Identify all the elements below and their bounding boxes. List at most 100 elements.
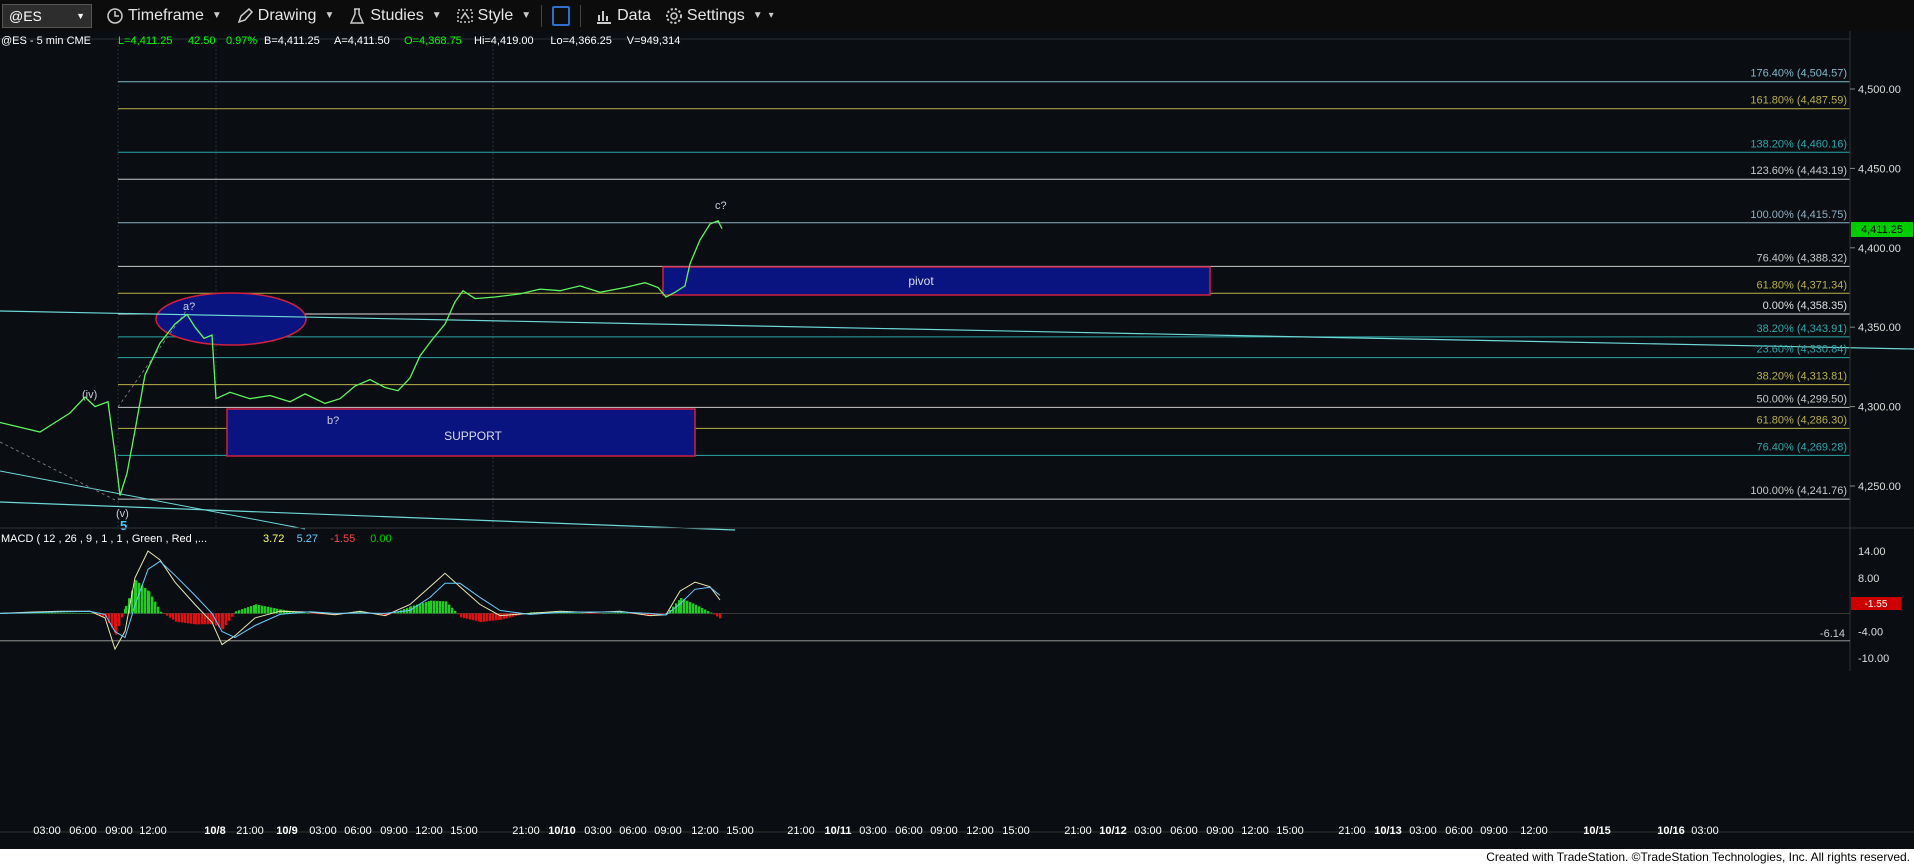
fib-label: 23.60% (4,330.84) — [1756, 344, 1847, 356]
time-tick-label: 12:00 — [1241, 825, 1269, 837]
time-tick-label: 09:00 — [380, 825, 408, 837]
fib-label: 161.80% (4,487.59) — [1750, 95, 1847, 107]
overflow-icon[interactable]: ▾ — [769, 10, 774, 21]
settings-menu[interactable]: Settings ▼ ▾ — [665, 7, 774, 25]
macd-bar — [225, 613, 228, 626]
macd-bar — [190, 613, 193, 624]
macd-bar — [316, 613, 319, 615]
price-tick-label: 4,300.00 — [1858, 402, 1901, 414]
macd-bar — [611, 612, 614, 614]
macd-bar — [707, 611, 710, 614]
macd-bar — [614, 612, 617, 614]
macd-bar — [489, 613, 492, 621]
chevron-down-icon: ▼ — [211, 10, 222, 21]
macd-bar — [69, 612, 72, 614]
macd-current-label: -1.55 — [1865, 599, 1888, 610]
macd-bar — [244, 608, 247, 614]
time-tick-label: 15:00 — [1276, 825, 1304, 837]
toolbar-divider — [580, 4, 582, 27]
macd-bar — [78, 612, 81, 614]
time-tick-label: 09:00 — [654, 825, 682, 837]
macd-bar — [172, 613, 175, 620]
macd-bar — [175, 613, 178, 622]
pivot-label: pivot — [908, 274, 934, 288]
macd-bar — [276, 608, 279, 614]
macd-bar — [72, 612, 75, 614]
timeframe-menu[interactable]: Timeframe ▼ — [106, 7, 222, 25]
macd-bar — [422, 602, 425, 614]
data-menu[interactable]: Data — [595, 7, 651, 25]
style-label: Style — [477, 6, 514, 24]
macd-bar — [466, 613, 469, 619]
footer-copyright: Created with TradeStation. ©TradeStation… — [0, 849, 1914, 865]
time-tick-label: 09:00 — [1206, 825, 1234, 837]
macd-bar — [475, 613, 478, 621]
macd-bar — [509, 613, 512, 618]
macd-bar — [258, 604, 261, 614]
macd-bar — [680, 597, 683, 614]
time-tick-label: 06:00 — [1445, 825, 1473, 837]
macd-bar — [454, 611, 457, 614]
style-menu[interactable]: Style ▼ — [456, 7, 531, 25]
chevron-down-icon: ▼ — [76, 10, 85, 21]
macd-bar — [689, 602, 692, 614]
macd-bar — [623, 612, 626, 614]
macd-bar — [419, 603, 422, 614]
macd-value: 0.00 — [370, 533, 391, 545]
macd-bar — [575, 612, 578, 614]
macd-bar — [593, 613, 596, 614]
macd-bar — [81, 613, 84, 614]
macd-bar — [151, 596, 154, 614]
drawing-menu[interactable]: Drawing ▼ — [236, 7, 334, 25]
time-tick-label: 12:00 — [691, 825, 719, 837]
macd-bar — [425, 602, 428, 614]
macd-tick-label: 8.00 — [1858, 573, 1879, 585]
time-tick-label: 06:00 — [895, 825, 923, 837]
macd-bar — [713, 613, 716, 615]
macd-bar — [675, 603, 678, 614]
time-tick-label: 21:00 — [236, 825, 264, 837]
macd-bar — [472, 613, 475, 621]
macd-header: MACD ( 12 , 26 , 9 , 1 , 1 , Green , Red… — [1, 533, 392, 545]
macd-bar — [457, 613, 460, 615]
time-axis[interactable]: 03:00 06:00 09:00 12:00 10/8 21:00 10/9 03:00 06… — [33, 825, 1719, 837]
time-tick-label: 10/9 — [276, 825, 297, 837]
fib-label: 100.00% (4,241.76) — [1750, 485, 1847, 497]
macd-bar — [503, 613, 506, 619]
macd-bar — [486, 613, 489, 622]
wave-5-label: 5 — [120, 518, 127, 533]
highlight-ellipse[interactable] — [155, 292, 307, 346]
macd-bar — [310, 613, 313, 614]
style-icon — [456, 8, 473, 23]
price-chart[interactable]: pivot SUPPORT 176.40% (4,504.57) 161.80% … — [0, 31, 1914, 849]
time-tick-label: 03:00 — [859, 825, 887, 837]
layout-icon[interactable] — [552, 5, 571, 26]
macd-bar — [430, 600, 433, 614]
wave-a-label: a? — [183, 301, 195, 313]
quote-value: 0.97% — [226, 35, 257, 47]
macd-bar — [596, 613, 599, 614]
macd-bar — [195, 613, 198, 625]
time-tick-label: 09:00 — [105, 825, 133, 837]
macd-bar — [506, 613, 509, 619]
time-tick-label: 06:00 — [344, 825, 372, 837]
macd-bar — [572, 612, 575, 614]
macd-bar — [51, 612, 54, 614]
pivot-zone[interactable] — [662, 266, 1211, 296]
macd-bar — [184, 613, 187, 623]
macd-bar — [463, 613, 466, 619]
fib-label: 61.80% (4,286.30) — [1756, 414, 1847, 426]
macd-bar — [48, 612, 51, 614]
symbol-info: @ES - 5 min CME — [1, 35, 91, 47]
macd-bar — [692, 603, 695, 614]
time-tick-label: 21:00 — [787, 825, 815, 837]
studies-menu[interactable]: Studies ▼ — [348, 7, 442, 25]
time-tick-label: 10/12 — [1099, 825, 1127, 837]
macd-bar — [480, 613, 483, 622]
macd-bar — [578, 613, 581, 614]
symbol-input[interactable]: @ES ▼ — [2, 3, 92, 28]
macd-bar — [66, 612, 69, 614]
macd-bar — [90, 613, 93, 614]
time-tick-label: 06:00 — [1170, 825, 1198, 837]
macd-tick-label: -4.00 — [1858, 626, 1883, 638]
